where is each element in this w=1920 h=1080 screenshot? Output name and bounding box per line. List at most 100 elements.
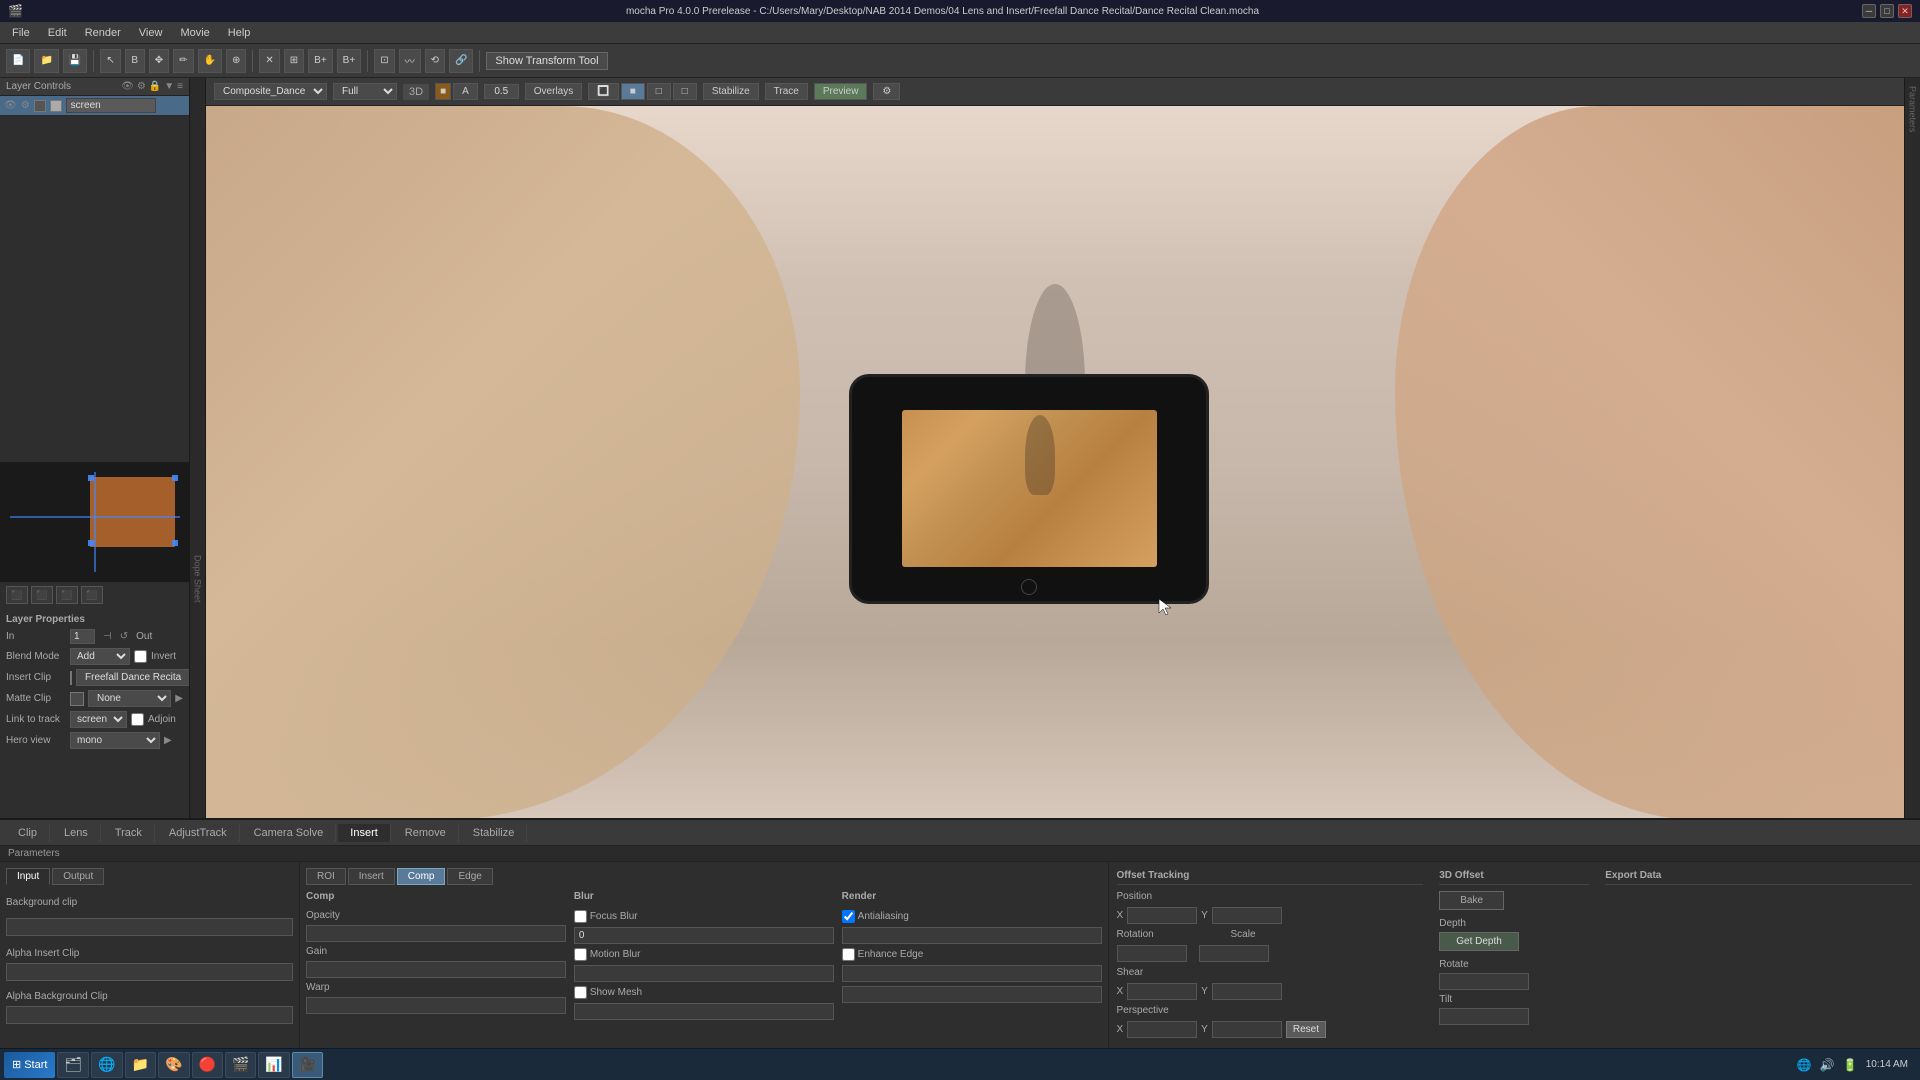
collapse-icon[interactable]: ▼ bbox=[164, 81, 174, 92]
dope-sheet-label[interactable]: Dope Sheet bbox=[193, 555, 203, 603]
pb-mini-4[interactable]: ⬛ bbox=[81, 586, 103, 604]
pb-mini-3[interactable]: ⬛ bbox=[56, 586, 78, 604]
settings-button[interactable]: ⚙ bbox=[873, 83, 900, 100]
tool-save[interactable]: 💾 bbox=[63, 49, 87, 73]
tool-move[interactable]: ✥ bbox=[149, 49, 169, 73]
pb-mini-1[interactable]: ⬛ bbox=[6, 586, 28, 604]
scale-input[interactable] bbox=[1199, 945, 1269, 962]
layer-color-swatch[interactable] bbox=[34, 100, 46, 112]
layer-color-swatch2[interactable] bbox=[50, 100, 62, 112]
taskbar-sound-icon[interactable]: 🔊 bbox=[1820, 1058, 1835, 1072]
edge-tab-btn[interactable]: Edge bbox=[447, 868, 492, 885]
menu-movie[interactable]: Movie bbox=[172, 25, 217, 41]
warp-input[interactable] bbox=[306, 997, 566, 1014]
tool-snap[interactable]: ⊡ bbox=[374, 49, 394, 73]
tool-warp[interactable]: ⟲ bbox=[425, 49, 445, 73]
menu-view[interactable]: View bbox=[131, 25, 171, 41]
view-icon-4[interactable]: □ bbox=[673, 83, 697, 100]
hero-view-select[interactable]: monoleftright bbox=[70, 732, 160, 749]
close-button[interactable]: ✕ bbox=[1898, 4, 1912, 18]
layer-name-input[interactable] bbox=[66, 98, 156, 113]
tab-track[interactable]: Track bbox=[103, 824, 155, 842]
tab-clip[interactable]: Clip bbox=[6, 824, 50, 842]
tool-x[interactable]: ✕ bbox=[259, 49, 279, 73]
lock-icon[interactable]: 🔒 bbox=[149, 81, 161, 92]
taskbar-icon-2[interactable]: 🌐 bbox=[91, 1052, 122, 1078]
show-mesh-checkbox[interactable] bbox=[574, 986, 587, 999]
enhance-edge-input[interactable] bbox=[842, 965, 1102, 982]
hero-expand[interactable]: ▶ bbox=[164, 735, 172, 746]
opacity-comp-input[interactable] bbox=[306, 925, 566, 942]
pb-mini-2[interactable]: ⬛ bbox=[31, 586, 53, 604]
rotate-input[interactable] bbox=[1439, 973, 1529, 990]
tool-arrow[interactable]: ↖ bbox=[100, 49, 120, 73]
taskbar-icon-1[interactable]: 🗂 bbox=[57, 1052, 89, 1078]
insert-clip-select[interactable]: Freefall Dance Recita bbox=[76, 669, 189, 686]
eye-icon[interactable]: 👁 bbox=[121, 81, 134, 92]
perspective-reset-button[interactable]: Reset bbox=[1286, 1021, 1326, 1038]
alpha-insert-clip-field[interactable] bbox=[6, 963, 293, 981]
tool-spline[interactable]: 〰 bbox=[399, 49, 421, 73]
link-track-select[interactable]: screen bbox=[70, 711, 127, 728]
layer-visibility-icon[interactable]: 👁 bbox=[4, 100, 17, 111]
alpha-background-clip-field[interactable] bbox=[6, 1006, 293, 1024]
insert-tab-btn[interactable]: Insert bbox=[348, 868, 395, 885]
overlays-button[interactable]: Overlays bbox=[525, 83, 582, 100]
tab-adjust-track[interactable]: AdjustTrack bbox=[157, 824, 240, 842]
in-value-input[interactable] bbox=[70, 629, 95, 644]
matte-clip-expand[interactable]: ▶ bbox=[175, 693, 183, 704]
perspective-x-input[interactable] bbox=[1127, 1021, 1197, 1038]
menu-file[interactable]: File bbox=[4, 25, 38, 41]
tool-b2[interactable]: B+ bbox=[337, 49, 362, 73]
side-tab-parameters[interactable]: Parameters bbox=[1906, 78, 1920, 141]
maximize-button[interactable]: □ bbox=[1880, 4, 1894, 18]
tool-b1[interactable]: B+ bbox=[308, 49, 333, 73]
tool-open[interactable]: 📁 bbox=[34, 49, 58, 73]
rotation-input[interactable] bbox=[1117, 945, 1187, 962]
gear-icon[interactable]: ⚙ bbox=[137, 81, 146, 92]
motion-blur-value-input[interactable] bbox=[574, 965, 834, 982]
taskbar-icon-7[interactable]: 📊 bbox=[258, 1052, 289, 1078]
blur-value-input[interactable] bbox=[574, 927, 834, 944]
view-icon-1[interactable]: 🔳 bbox=[588, 83, 618, 100]
taskbar-icon-5[interactable]: 🔴 bbox=[192, 1052, 223, 1078]
get-depth-button[interactable]: Get Depth bbox=[1439, 932, 1519, 951]
params-input-tab[interactable]: Input bbox=[6, 868, 50, 885]
tool-magnify[interactable]: ⊕ bbox=[226, 49, 246, 73]
stabilize-button[interactable]: Stabilize bbox=[703, 83, 759, 100]
taskbar-icon-6[interactable]: 🎬 bbox=[225, 1052, 256, 1078]
opacity-input[interactable] bbox=[484, 84, 519, 99]
render-extra-input[interactable] bbox=[842, 986, 1102, 1003]
tool-pen[interactable]: ✏ bbox=[173, 49, 193, 73]
bake-button[interactable]: Bake bbox=[1439, 891, 1504, 910]
motion-blur-checkbox[interactable] bbox=[574, 948, 587, 961]
adjoin-checkbox[interactable] bbox=[131, 713, 144, 726]
position-x-input[interactable] bbox=[1127, 907, 1197, 924]
shear-x-input[interactable] bbox=[1127, 983, 1197, 1000]
channel-rgb-button[interactable]: ■ bbox=[435, 83, 451, 100]
tab-stabilize[interactable]: Stabilize bbox=[461, 824, 528, 842]
tool-link[interactable]: 🔗 bbox=[449, 49, 473, 73]
render-value-input[interactable] bbox=[842, 927, 1102, 944]
taskbar-icon-4[interactable]: 🎨 bbox=[158, 1052, 189, 1078]
focus-blur-checkbox[interactable] bbox=[574, 910, 587, 923]
tab-camera-solve[interactable]: Camera Solve bbox=[242, 824, 337, 842]
tool-new[interactable]: 📄 bbox=[6, 49, 30, 73]
background-clip-field[interactable] bbox=[6, 918, 293, 936]
tab-remove[interactable]: Remove bbox=[393, 824, 459, 842]
trace-button[interactable]: Trace bbox=[765, 83, 808, 100]
layer-settings-icon[interactable]: ⚙ bbox=[21, 100, 30, 111]
matte-clip-select[interactable]: None bbox=[88, 690, 171, 707]
tool-transform[interactable]: ⊞ bbox=[284, 49, 304, 73]
invert-checkbox[interactable] bbox=[134, 650, 147, 663]
mesh-input[interactable] bbox=[574, 1003, 834, 1020]
tool-hand[interactable]: ✋ bbox=[198, 49, 222, 73]
antialiasing-checkbox[interactable] bbox=[842, 910, 855, 923]
tilt-input[interactable] bbox=[1439, 1008, 1529, 1025]
blend-mode-select[interactable]: AddNormalMultiply bbox=[70, 648, 130, 665]
taskbar-mocha-active[interactable]: 🎥 bbox=[292, 1052, 323, 1078]
start-button[interactable]: ⊞ Start bbox=[4, 1052, 55, 1078]
position-y-input[interactable] bbox=[1212, 907, 1282, 924]
view-icon-3[interactable]: □ bbox=[647, 83, 671, 100]
taskbar-network-icon[interactable]: 🌐 bbox=[1797, 1058, 1812, 1072]
